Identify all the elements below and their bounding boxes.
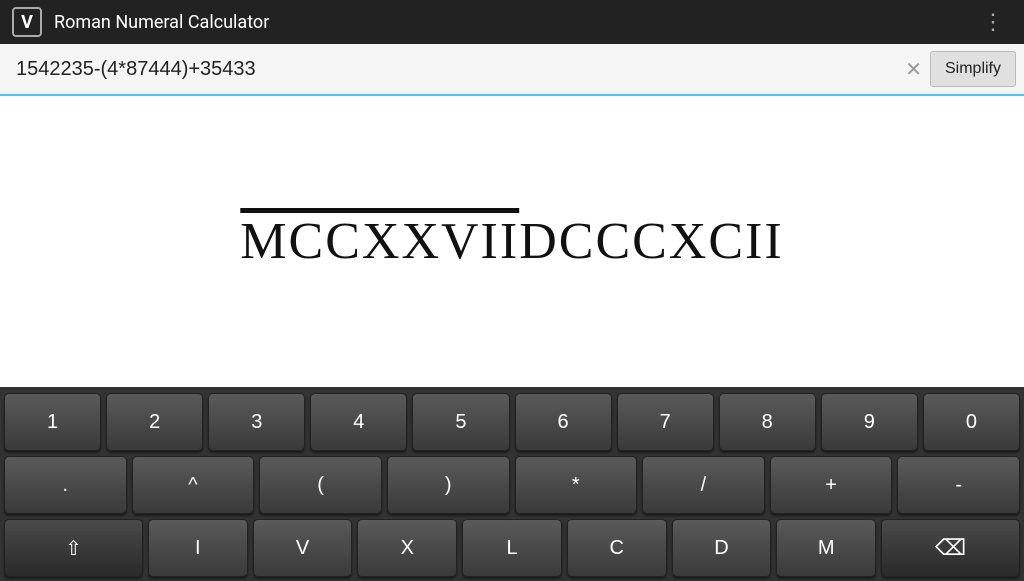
key-4[interactable]: 4: [310, 393, 407, 451]
key-sym-43[interactable]: +: [770, 456, 893, 514]
key-sym-45[interactable]: -: [897, 456, 1020, 514]
key-8[interactable]: 8: [719, 393, 816, 451]
result-overline: MCCXXVII: [240, 213, 519, 270]
expression-input[interactable]: [8, 54, 897, 85]
key-I[interactable]: I: [148, 519, 248, 577]
backspace-icon: ⌫: [935, 535, 966, 561]
shift-key[interactable]: ⇧: [4, 519, 143, 577]
key-9[interactable]: 9: [821, 393, 918, 451]
result-plain: DCCCXCII: [519, 213, 783, 270]
key-D[interactable]: D: [672, 519, 772, 577]
simplify-button[interactable]: Simplify: [930, 51, 1016, 87]
key-sym-47[interactable]: /: [642, 456, 765, 514]
key-X[interactable]: X: [357, 519, 457, 577]
app-title: Roman Numeral Calculator: [54, 12, 974, 33]
key-3[interactable]: 3: [208, 393, 305, 451]
title-bar: V Roman Numeral Calculator ⋮: [0, 0, 1024, 44]
key-C[interactable]: C: [567, 519, 667, 577]
shift-icon: ⇧: [65, 536, 82, 561]
result-area: MCCXXVIIDCCCXCII: [0, 96, 1024, 387]
key-6[interactable]: 6: [515, 393, 612, 451]
key-sym-42[interactable]: *: [515, 456, 638, 514]
backspace-key[interactable]: ⌫: [881, 519, 1020, 577]
keyboard: 1234567890 .^()*/+- ⇧ IVXLCDM ⌫: [0, 387, 1024, 581]
key-M[interactable]: M: [776, 519, 876, 577]
menu-icon[interactable]: ⋮: [974, 6, 1012, 39]
app-icon: V: [12, 7, 42, 37]
key-sym-46[interactable]: .: [4, 456, 127, 514]
key-0[interactable]: 0: [923, 393, 1020, 451]
symbol-row: .^()*/+-: [4, 456, 1020, 514]
key-1[interactable]: 1: [4, 393, 101, 451]
key-2[interactable]: 2: [106, 393, 203, 451]
clear-button[interactable]: ✕: [897, 53, 930, 85]
letter-row: ⇧ IVXLCDM ⌫: [4, 519, 1020, 577]
key-7[interactable]: 7: [617, 393, 714, 451]
number-row: 1234567890: [4, 393, 1020, 451]
key-sym-41[interactable]: ): [387, 456, 510, 514]
key-sym-40[interactable]: (: [259, 456, 382, 514]
input-bar: ✕ Simplify: [0, 44, 1024, 96]
key-5[interactable]: 5: [412, 393, 509, 451]
key-V[interactable]: V: [253, 519, 353, 577]
key-L[interactable]: L: [462, 519, 562, 577]
key-sym-94[interactable]: ^: [132, 456, 255, 514]
result-display: MCCXXVIIDCCCXCII: [240, 212, 783, 271]
